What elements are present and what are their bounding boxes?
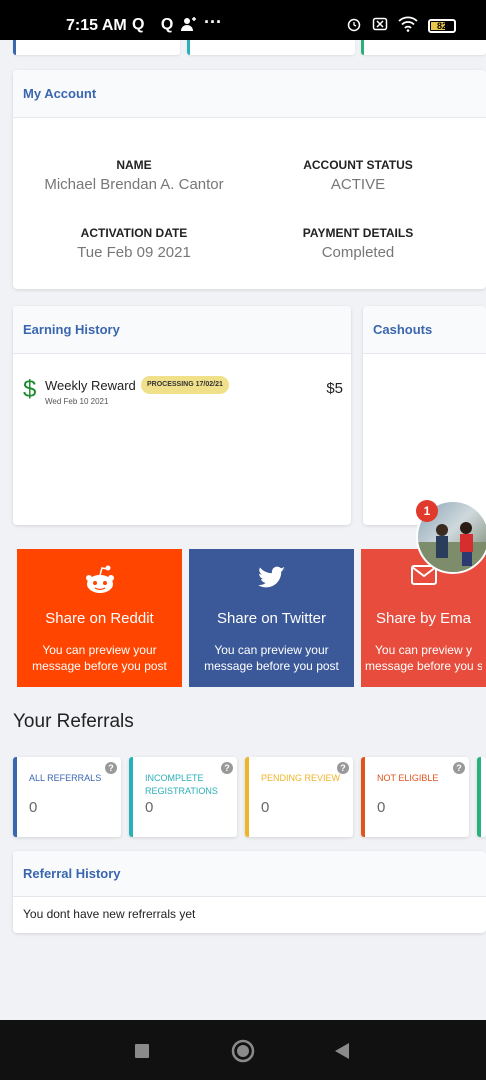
help-icon[interactable]: ? <box>105 762 117 774</box>
name-value: Michael Brendan A. Cantor <box>44 176 224 193</box>
earning-history-title: Earning History <box>13 306 351 354</box>
share-email-desc-line1: You can preview y <box>375 643 472 657</box>
referral-history-title: Referral History <box>13 851 486 897</box>
activation-date-label: ACTIVATION DATE <box>80 226 188 240</box>
earning-item-amount: $5 <box>326 380 343 397</box>
stat-incomplete-label: INCOMPLETE REGISTRATIONS <box>145 773 218 796</box>
account-card: My Account NAME Michael Brendan A. Canto… <box>13 70 486 289</box>
stat-pending-review: PENDING REVIEW 0 ? <box>245 757 353 837</box>
account-status-value: ACTIVE <box>330 176 386 193</box>
stat-not-eligible: NOT ELIGIBLE 0 ? <box>361 757 469 837</box>
name-label: NAME <box>116 158 152 172</box>
top-stat-strip <box>0 40 486 55</box>
stat-all-referrals-label: ALL REFERRALS <box>29 773 102 783</box>
notification-icons: Q Q <box>132 16 180 33</box>
reddit-icon <box>83 565 117 595</box>
share-twitter-title: Share on Twitter <box>217 610 326 627</box>
back-button[interactable] <box>334 1042 350 1065</box>
stat-incomplete-value: 0 <box>145 799 154 816</box>
status-bar: 7:15 AM Q Q ··· 82 <box>0 0 486 40</box>
stat-pending-label: PENDING REVIEW <box>261 773 341 783</box>
share-email-desc-line2: message before you s <box>365 659 482 673</box>
your-referrals-heading: Your Referrals <box>13 711 134 732</box>
stat-not-eligible-value: 0 <box>377 799 386 816</box>
account-card-title: My Account <box>13 70 486 118</box>
payment-details-value: Completed <box>321 244 395 261</box>
stat-all-referrals-value: 0 <box>29 799 38 816</box>
earning-row: $ Weekly Reward Wed Feb 10 2021 PROCESSI… <box>23 376 343 416</box>
stat-not-eligible-label: NOT ELIGIBLE <box>377 773 439 783</box>
processing-badge: PROCESSING 17/02/21 <box>141 376 229 394</box>
share-twitter-button[interactable]: Share on Twitter You can preview your mes… <box>189 549 354 687</box>
share-reddit-desc-line2: message before you post <box>32 659 167 673</box>
share-reddit-title: Share on Reddit <box>45 610 154 627</box>
help-icon[interactable]: ? <box>221 762 233 774</box>
chat-head-bubble[interactable]: 1 <box>416 500 486 574</box>
stat-all-referrals: ALL REFERRALS 0 ? <box>13 757 121 837</box>
account-status-label: ACCOUNT STATUS <box>303 158 413 172</box>
share-twitter-desc-line2: message before you post <box>204 659 339 673</box>
status-time: 7:15 AM <box>66 17 127 34</box>
stat-partial-card <box>477 757 486 837</box>
person-add-icon <box>180 16 196 37</box>
earning-item-date: Wed Feb 10 2021 <box>45 397 109 406</box>
stat-pending-value: 0 <box>261 799 270 816</box>
share-twitter-desc-line1: You can preview your <box>214 643 329 657</box>
recents-button[interactable] <box>134 1043 150 1064</box>
cashouts-card: Cashouts <box>363 306 486 525</box>
home-button[interactable] <box>231 1039 255 1068</box>
navigation-bar <box>0 1020 486 1080</box>
share-email-title: Share by Ema <box>375 610 472 627</box>
alarm-icon <box>346 16 362 35</box>
page-content: My Account NAME Michael Brendan A. Canto… <box>0 40 486 1020</box>
more-dots: ··· <box>204 12 222 32</box>
share-reddit-desc-line1: You can preview your <box>42 643 157 657</box>
wifi-icon <box>398 16 418 35</box>
referral-history-empty: You dont have new refrerrals yet <box>23 907 196 921</box>
twitter-icon <box>257 565 286 595</box>
dollar-icon: $ <box>23 376 37 403</box>
share-reddit-button[interactable]: Share on Reddit You can preview your mess… <box>17 549 182 687</box>
battery-icon: 82 <box>428 18 456 33</box>
help-icon[interactable]: ? <box>337 762 349 774</box>
earning-item-title: Weekly Reward <box>45 378 136 393</box>
activation-date-value: Tue Feb 09 2021 <box>77 244 191 261</box>
no-sim-icon <box>372 16 388 35</box>
earning-history-card: Earning History $ Weekly Reward Wed Feb … <box>13 306 351 525</box>
stat-incomplete-registrations: INCOMPLETE REGISTRATIONS 0 ? <box>129 757 237 837</box>
cashouts-title: Cashouts <box>363 306 486 354</box>
notification-count-badge: 1 <box>416 500 438 522</box>
help-icon[interactable]: ? <box>453 762 465 774</box>
payment-details-label: PAYMENT DETAILS <box>302 226 414 240</box>
